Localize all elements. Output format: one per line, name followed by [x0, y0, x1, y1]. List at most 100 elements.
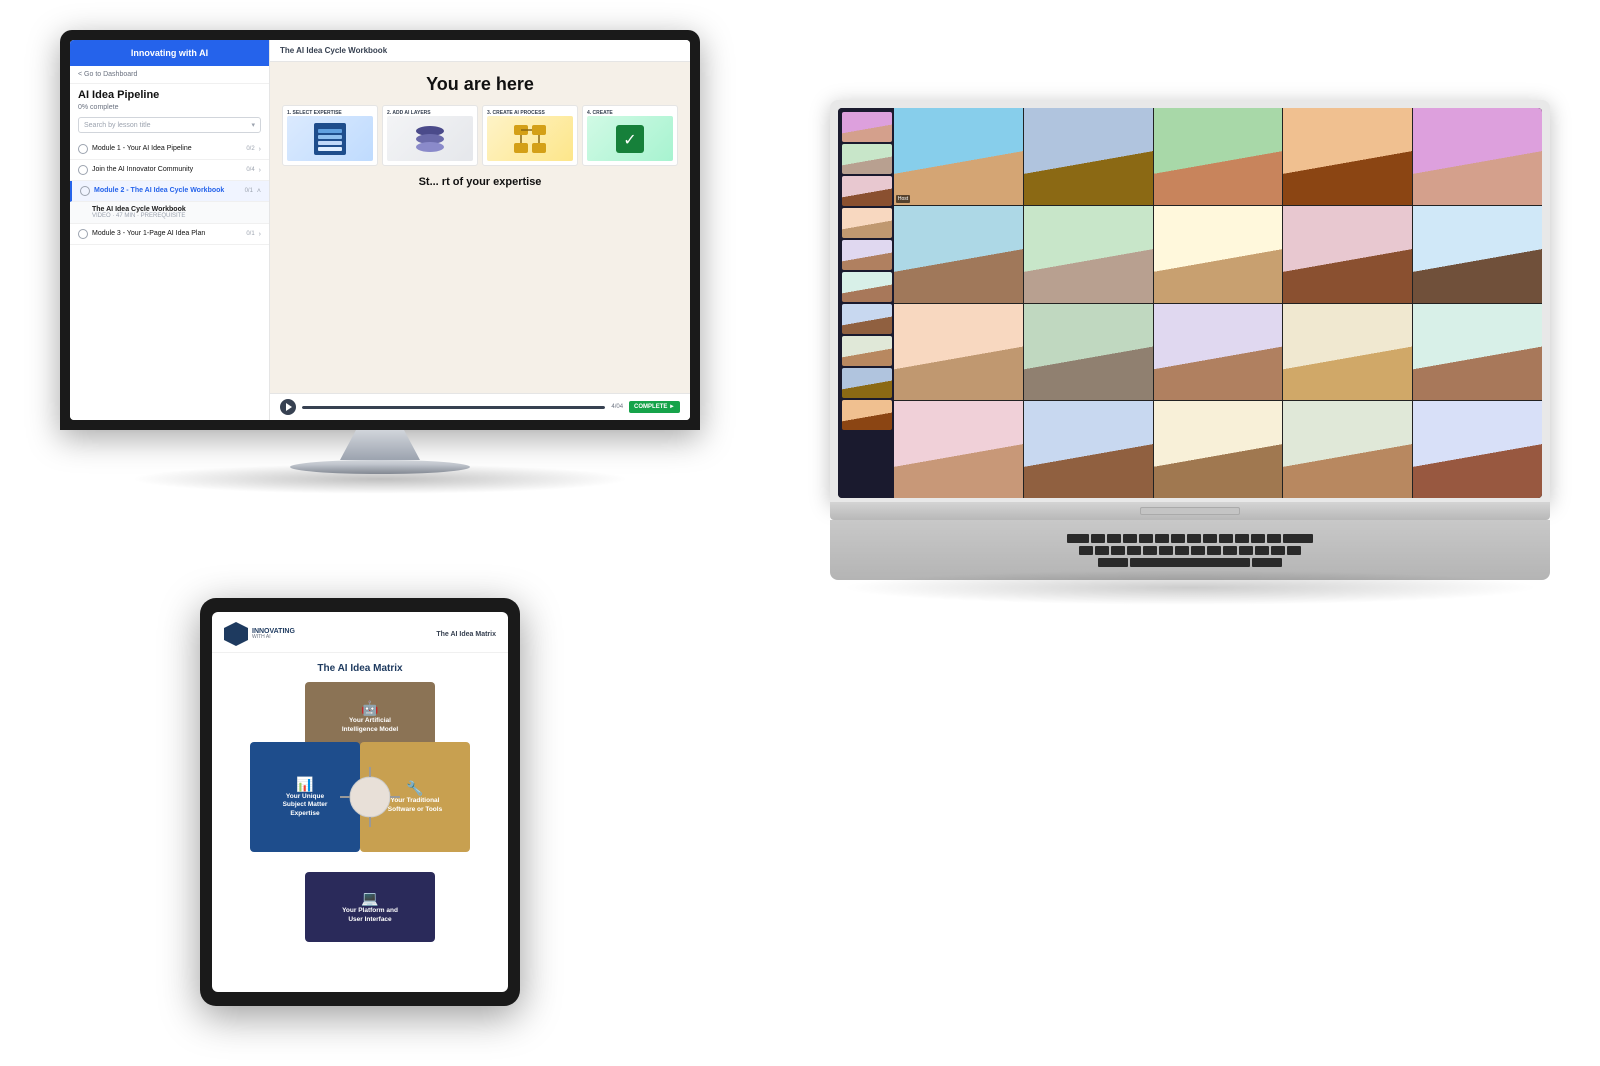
zoom-sidebar — [838, 108, 894, 498]
module-item-2[interactable]: Join the AI Innovator Community 0/4 › — [70, 160, 269, 181]
monitor-bezel: Innovating with AI Go to Dashboard AI Id… — [60, 30, 700, 430]
tablet-doc-title: The AI Idea Matrix — [436, 631, 496, 638]
monitor-neck — [340, 430, 420, 460]
person-7 — [1024, 206, 1153, 303]
zoom-thumb-9 — [842, 368, 892, 398]
matrix-title: The AI Idea Matrix — [317, 663, 402, 674]
lesson-item-active[interactable]: The AI Idea Cycle Workbook VIDEO · 47 MI… — [70, 202, 269, 224]
module-count-3: 0/1 — [245, 188, 253, 194]
back-to-dashboard[interactable]: Go to Dashboard — [70, 66, 269, 84]
lesson-meta: VIDEO · 47 MIN · PREREQUISITE — [92, 213, 261, 219]
monitor-screen: Innovating with AI Go to Dashboard AI Id… — [70, 40, 690, 420]
keyboard-row-2 — [1079, 546, 1301, 555]
keyboard-row-3 — [1098, 558, 1282, 567]
tablet-bezel: INNOVATING WITH AI The AI Idea Matrix Th… — [200, 598, 520, 1006]
person-10 — [1413, 206, 1542, 303]
laptop-lid: Host — [830, 100, 1550, 502]
svg-text:✓: ✓ — [623, 132, 636, 149]
monitor: Innovating with AI Go to Dashboard AI Id… — [60, 30, 700, 474]
tablet: INNOVATING WITH AI The AI Idea Matrix Th… — [200, 598, 520, 1006]
zoom-cell-10 — [1413, 206, 1542, 303]
person-12 — [1024, 304, 1153, 401]
puzzle-center — [310, 747, 430, 847]
module-item-4[interactable]: Module 3 - Your 1-Page AI Idea Plan 0/1 … — [70, 224, 269, 245]
person-1: Host — [894, 108, 1023, 205]
logo-hexagon-icon — [224, 622, 248, 646]
module-item-1[interactable]: Module 1 - Your AI Idea Pipeline 0/2 › — [70, 139, 269, 160]
zoom-cell-4 — [1283, 108, 1412, 205]
search-placeholder-text: Search by lesson title — [84, 122, 151, 129]
laptop-base-bar — [830, 502, 1550, 520]
zoom-cell-7 — [1024, 206, 1153, 303]
person-9 — [1283, 206, 1412, 303]
person-11 — [894, 304, 1023, 401]
chevron-icon-4: › — [259, 231, 261, 238]
zoom-thumb-10 — [842, 400, 892, 430]
puzzle-connector-svg — [330, 757, 410, 837]
progress-label: 0% complete — [70, 104, 269, 117]
zoom-thumb-6 — [842, 272, 892, 302]
zoom-cell-13 — [1154, 304, 1283, 401]
module-circle — [78, 144, 88, 154]
video-controls: 4/04 COMPLETE ► — [270, 393, 690, 420]
puzzle-bottom: 💻 Your Platform andUser Interface — [305, 872, 435, 942]
brand-header: Innovating with AI — [70, 40, 269, 66]
person-2 — [1024, 108, 1153, 205]
step-card-2: 2. ADD AI LAYERS — [382, 105, 478, 166]
module-count-2: 0/4 — [246, 167, 254, 173]
module-title-4: Module 3 - Your 1-Page AI Idea Plan — [92, 229, 242, 238]
zoom-cell-8 — [1154, 206, 1283, 303]
progress-fill — [302, 406, 605, 409]
zoom-cell-2 — [1024, 108, 1153, 205]
zoom-cell-3 — [1154, 108, 1283, 205]
laptop-trackpad — [1140, 507, 1240, 515]
step-card-4: 4. CREATE ✓ — [582, 105, 678, 166]
logo-text: INNOVATING WITH AI — [252, 628, 295, 640]
tablet-screen: INNOVATING WITH AI The AI Idea Matrix Th… — [212, 612, 508, 992]
zoom-cell-16 — [894, 401, 1023, 498]
zoom-cell-18 — [1154, 401, 1283, 498]
lesson-title: The AI Idea Cycle Workbook — [92, 206, 261, 213]
module-circle-2 — [78, 165, 88, 175]
zoom-thumb-2 — [842, 144, 892, 174]
zoom-thumb-1 — [842, 112, 892, 142]
module-count-4: 0/1 — [246, 231, 254, 237]
person-20 — [1413, 401, 1542, 498]
zoom-cell-14 — [1283, 304, 1412, 401]
zoom-cell-1: Host — [894, 108, 1023, 205]
chevron-icon-3: ˄ — [257, 188, 261, 195]
module-title-1: Module 1 - Your AI Idea Pipeline — [92, 144, 242, 153]
lesson-body: You are here 1. SELECT EXPERTISE — [270, 62, 690, 420]
laptop-shadow — [840, 570, 1540, 605]
zoom-meeting: Host — [838, 108, 1542, 498]
zoom-thumb-5 — [842, 240, 892, 270]
course-title: AI Idea Pipeline — [70, 84, 269, 104]
zoom-cell-19 — [1283, 401, 1412, 498]
person-14 — [1283, 304, 1412, 401]
person-17 — [1024, 401, 1153, 498]
you-are-here-heading: You are here — [426, 74, 534, 95]
chevron-icon-1: › — [259, 146, 261, 153]
person-6 — [894, 206, 1023, 303]
zoom-cell-5 — [1413, 108, 1542, 205]
zoom-cell-20 — [1413, 401, 1542, 498]
zoom-cell-6 — [894, 206, 1023, 303]
complete-button[interactable]: COMPLETE ► — [629, 401, 680, 413]
module-item-3[interactable]: Module 2 - The AI Idea Cycle Workbook 0/… — [70, 181, 269, 202]
step-card-1: 1. SELECT EXPERTISE — [282, 105, 378, 166]
monitor-shadow — [130, 464, 630, 494]
play-button[interactable] — [280, 399, 296, 415]
module-count-1: 0/2 — [246, 146, 254, 152]
lesson-search[interactable]: Search by lesson title ▾ — [78, 117, 261, 133]
person-8 — [1154, 206, 1283, 303]
step-visual-4: ✓ — [587, 116, 673, 161]
course-sidebar: Innovating with AI Go to Dashboard AI Id… — [70, 40, 270, 420]
zoom-cell-11 — [894, 304, 1023, 401]
space-key — [1130, 558, 1250, 567]
zoom-grid: Host — [894, 108, 1542, 498]
video-progress-bar[interactable] — [302, 406, 605, 409]
zoom-cell-17 — [1024, 401, 1153, 498]
step-visual-3 — [487, 116, 573, 161]
zoom-cell-15 — [1413, 304, 1542, 401]
lesson-content: The AI Idea Cycle Workbook You are here … — [270, 40, 690, 420]
